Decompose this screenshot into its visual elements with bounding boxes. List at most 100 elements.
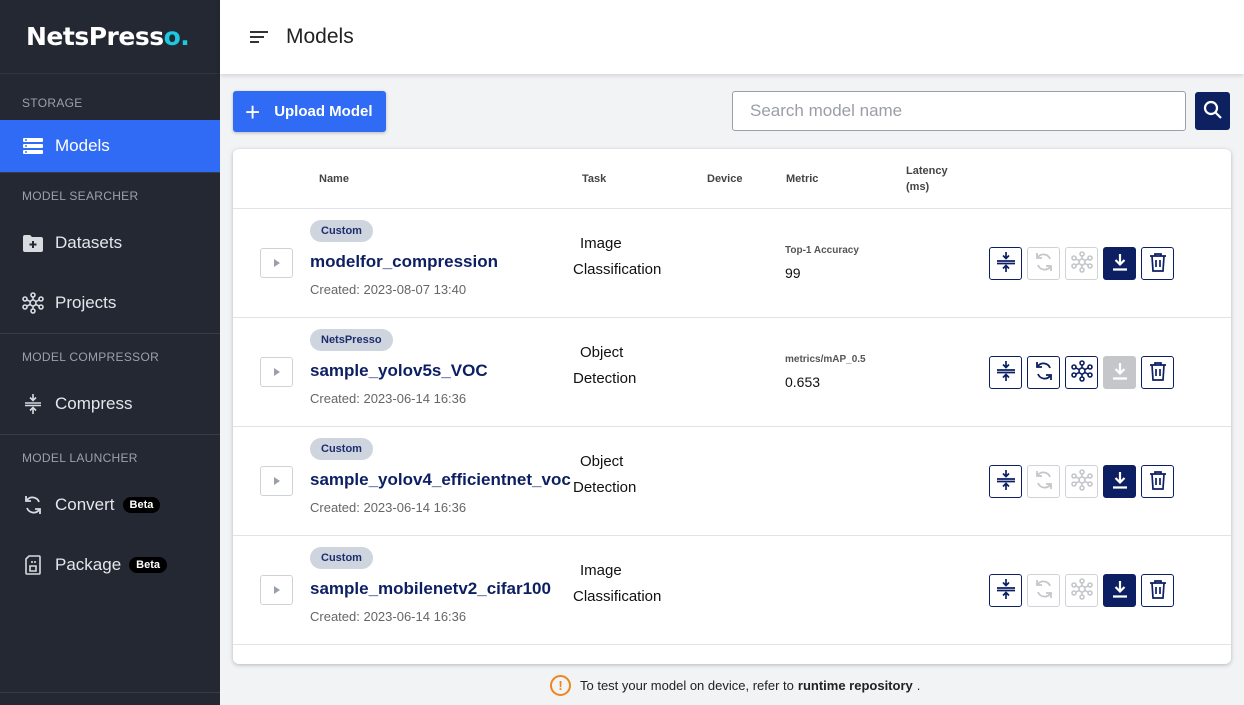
table-row[interactable]: Custom modelfor_compression Created: 202… bbox=[233, 209, 1231, 318]
convert-button[interactable] bbox=[1027, 465, 1060, 498]
menu-toggle-icon[interactable] bbox=[248, 26, 270, 48]
table-row[interactable]: NetsPresso sample_yolov5s_VOC Created: 2… bbox=[233, 318, 1231, 427]
sidebar-item-package[interactable]: Package Beta bbox=[0, 535, 220, 595]
metric-label: Top-1 Accuracy bbox=[785, 245, 859, 256]
sidebar-item-label: Package bbox=[55, 555, 122, 574]
delete-button[interactable] bbox=[1141, 574, 1174, 607]
compress-icon bbox=[995, 360, 1017, 385]
download-button[interactable] bbox=[1103, 356, 1136, 389]
expand-row-button[interactable] bbox=[260, 248, 293, 278]
plus-icon: + bbox=[245, 96, 261, 127]
network-icon bbox=[1070, 360, 1093, 385]
column-header-task: Task bbox=[582, 173, 607, 185]
download-icon bbox=[1110, 579, 1130, 602]
upload-model-button[interactable]: + Upload Model bbox=[233, 91, 386, 132]
beta-badge: Beta bbox=[129, 557, 168, 573]
sidebar-item-label: Projects bbox=[55, 293, 117, 312]
expand-row-button[interactable] bbox=[260, 575, 293, 605]
folder-plus-icon bbox=[22, 232, 44, 254]
model-name[interactable]: sample_yolov4_efficientnet_voc bbox=[310, 470, 571, 490]
model-source-tag: Custom bbox=[310, 220, 373, 242]
sidebar: NetsPress o. STORAGE Models MODEL SEARCHE… bbox=[0, 0, 220, 705]
row-actions bbox=[989, 247, 1174, 280]
metric-value: 99 bbox=[785, 265, 801, 281]
sidebar-item-compress[interactable]: Compress bbox=[0, 374, 220, 434]
delete-button[interactable] bbox=[1141, 465, 1174, 498]
sidebar-item-datasets[interactable]: Datasets bbox=[0, 213, 220, 273]
sidebar-item-convert[interactable]: Convert Beta bbox=[0, 475, 220, 535]
benchmark-button[interactable] bbox=[1065, 356, 1098, 389]
download-button[interactable] bbox=[1103, 247, 1136, 280]
compress-button[interactable] bbox=[989, 465, 1022, 498]
app-logo[interactable]: NetsPress o. bbox=[0, 0, 220, 74]
model-task: Image Classification bbox=[573, 235, 662, 278]
delete-button[interactable] bbox=[1141, 247, 1174, 280]
benchmark-button[interactable] bbox=[1065, 465, 1098, 498]
compress-icon bbox=[995, 578, 1017, 603]
caret-right-icon bbox=[273, 474, 281, 489]
sync-icon bbox=[1034, 252, 1054, 275]
table-row[interactable]: Custom sample_mobilenetv2_cifar100 Creat… bbox=[233, 536, 1231, 645]
caret-right-icon bbox=[273, 256, 281, 271]
trash-icon bbox=[1149, 470, 1167, 493]
compress-icon bbox=[995, 469, 1017, 494]
table-row[interactable]: Custom sample_yolov4_efficientnet_voc Cr… bbox=[233, 427, 1231, 536]
list-icon bbox=[22, 135, 44, 157]
column-header-device: Device bbox=[707, 173, 743, 185]
sidebar-item-label: Datasets bbox=[55, 233, 123, 252]
search-input[interactable] bbox=[732, 91, 1186, 131]
created-date: Created: 2023-08-07 13:40 bbox=[310, 282, 467, 297]
runtime-repository-link[interactable]: runtime repository bbox=[798, 678, 913, 693]
benchmark-button[interactable] bbox=[1065, 574, 1098, 607]
trash-icon bbox=[1149, 579, 1167, 602]
metric-value: 0.653 bbox=[785, 374, 821, 390]
models-table: Name Task Device Metric Latency (ms) Cus… bbox=[233, 149, 1231, 664]
sidebar-item-models[interactable]: Models bbox=[0, 120, 220, 172]
page-title: Models bbox=[286, 25, 354, 48]
sync-icon bbox=[1034, 470, 1054, 493]
download-button[interactable] bbox=[1103, 574, 1136, 607]
section-title-model-launcher: MODEL LAUNCHER bbox=[22, 451, 138, 465]
model-name[interactable]: sample_yolov5s_VOC bbox=[310, 361, 488, 381]
runtime-note: ! To test your model on device, refer to… bbox=[550, 675, 920, 696]
trash-icon bbox=[1149, 252, 1167, 275]
caret-right-icon bbox=[273, 583, 281, 598]
search-button[interactable] bbox=[1195, 92, 1230, 130]
benchmark-button[interactable] bbox=[1065, 247, 1098, 280]
compress-button[interactable] bbox=[989, 574, 1022, 607]
convert-button[interactable] bbox=[1027, 574, 1060, 607]
model-name[interactable]: modelfor_compression bbox=[310, 252, 498, 272]
row-actions bbox=[989, 465, 1174, 498]
download-icon bbox=[1110, 361, 1130, 384]
network-icon bbox=[1070, 251, 1093, 276]
convert-button[interactable] bbox=[1027, 356, 1060, 389]
model-name[interactable]: sample_mobilenetv2_cifar100 bbox=[310, 579, 551, 599]
trash-icon bbox=[1149, 361, 1167, 384]
compress-button[interactable] bbox=[989, 356, 1022, 389]
page-header: Models bbox=[220, 0, 1244, 74]
convert-button[interactable] bbox=[1027, 247, 1060, 280]
metric-label: metrics/mAP_0.5 bbox=[785, 354, 866, 365]
sidebar-item-projects[interactable]: Projects bbox=[0, 273, 220, 333]
model-source-tag: NetsPresso bbox=[310, 329, 393, 351]
expand-row-button[interactable] bbox=[260, 466, 293, 496]
sync-icon bbox=[1034, 361, 1054, 384]
column-header-name: Name bbox=[319, 173, 349, 185]
compress-icon bbox=[995, 251, 1017, 276]
compress-button[interactable] bbox=[989, 247, 1022, 280]
section-title-storage: STORAGE bbox=[22, 96, 83, 110]
expand-row-button[interactable] bbox=[260, 357, 293, 387]
section-title-model-searcher: MODEL SEARCHER bbox=[22, 189, 139, 203]
created-date: Created: 2023-06-14 16:36 bbox=[310, 391, 467, 406]
sidebar-footer-divider bbox=[0, 692, 220, 693]
download-button[interactable] bbox=[1103, 465, 1136, 498]
row-actions bbox=[989, 356, 1174, 389]
sync-icon bbox=[22, 494, 44, 516]
model-task: Object Detection bbox=[573, 453, 637, 496]
row-actions bbox=[989, 574, 1174, 607]
sync-icon bbox=[1034, 579, 1054, 602]
delete-button[interactable] bbox=[1141, 356, 1174, 389]
model-source-tag: Custom bbox=[310, 547, 373, 569]
search-icon bbox=[1203, 100, 1223, 123]
beta-badge: Beta bbox=[122, 497, 161, 513]
